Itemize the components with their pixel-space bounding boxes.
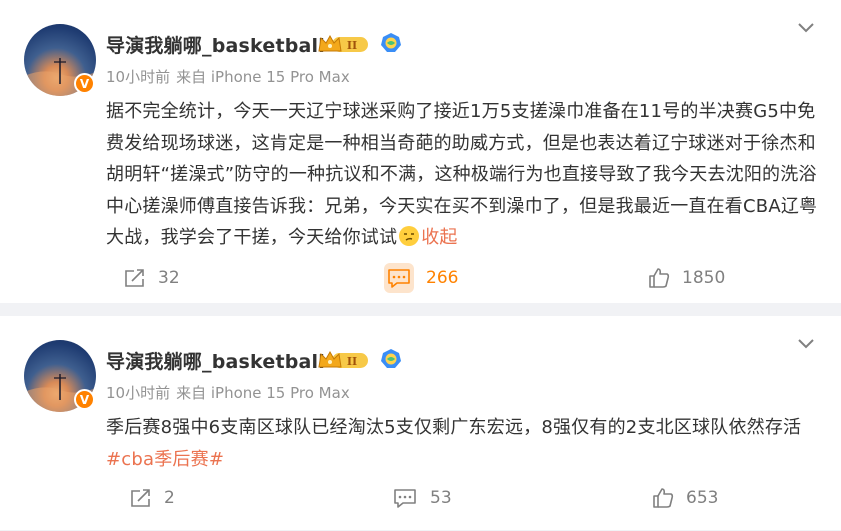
avatar[interactable]: V [24,24,96,96]
weibo-post-card: V 导演我躺哪_basketball II 10小时前 来自 iPhone 15 … [0,316,841,530]
crown-badge-icon[interactable]: II [318,349,370,371]
repost-button[interactable]: 2 [130,478,175,518]
post-source: 来自 iPhone 15 Pro Max [176,68,350,86]
comment-count: 53 [430,488,452,508]
like-icon [653,488,674,508]
comment-icon [394,489,416,508]
author-name[interactable]: 导演我躺哪_basketball [106,31,325,58]
comment-button[interactable]: 53 [392,478,452,518]
author-name[interactable]: 导演我躺哪_basketball [106,347,325,374]
comment-button[interactable]: 266 [384,258,458,298]
svg-text:II: II [347,39,357,52]
like-button[interactable]: 1850 [648,258,725,298]
post-actions: 2 53 653 [0,478,841,518]
repost-count: 32 [158,268,180,288]
post-time[interactable]: 10小时前 [106,384,170,402]
globe-badge-icon[interactable] [380,32,402,54]
comment-icon [388,269,410,288]
repost-button[interactable]: 32 [124,258,180,298]
hashtag-link[interactable]: #cba季后赛# [106,449,224,470]
crown-badge-icon[interactable]: II [318,33,370,55]
verified-badge: V [74,389,95,410]
post-body: 据不完全统计，今天一天辽宁球迷采购了接近1万5支搓澡巾准备在11号的半决赛G5中… [106,101,818,248]
chevron-down-icon[interactable] [797,338,815,350]
comment-count: 266 [426,268,459,288]
post-text: 据不完全统计，今天一天辽宁球迷采购了接近1万5支搓澡巾准备在11号的半决赛G5中… [106,96,822,254]
like-button[interactable]: 653 [652,478,718,518]
weibo-post-card: V 导演我躺哪_basketball II 10小时前 来自 iPhone 15 … [0,0,841,303]
post-meta: 10小时前 来自 iPhone 15 Pro Max [106,382,350,403]
post-meta: 10小时前 来自 iPhone 15 Pro Max [106,66,350,87]
verified-badge: V [74,73,95,94]
post-text: 季后赛8强中6支南区球队已经淘汰5支仅剩广东宏远，8强仅有的2支北区球队依然存活… [106,412,822,475]
svg-text:II: II [347,355,357,368]
smirk-emoji-icon [399,226,420,246]
collapse-link[interactable]: 收起 [421,227,457,248]
like-icon [649,268,670,288]
repost-count: 2 [164,488,175,508]
avatar[interactable]: V [24,340,96,412]
post-source: 来自 iPhone 15 Pro Max [176,384,350,402]
chevron-down-icon[interactable] [797,22,815,34]
like-count: 1850 [682,268,726,288]
post-body: 季后赛8强中6支南区球队已经淘汰5支仅剩广东宏远，8强仅有的2支北区球队依然存活 [106,417,802,438]
like-count: 653 [686,488,719,508]
post-actions: 32 266 1850 [0,258,841,298]
repost-icon [125,269,144,287]
repost-icon [131,489,150,507]
globe-badge-icon[interactable] [380,348,402,370]
post-time[interactable]: 10小时前 [106,68,170,86]
